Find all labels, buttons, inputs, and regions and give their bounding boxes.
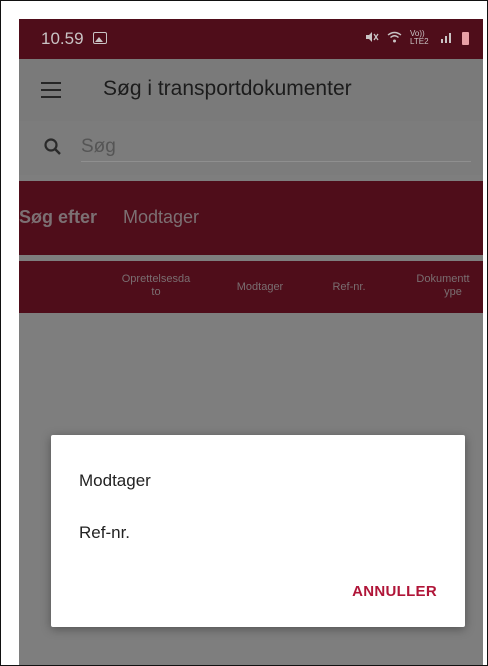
screenshot-frame: 10.59 Vo)) LTE2 Søg i transportdokumente… xyxy=(0,0,488,666)
column-header-oprettelsesdato[interactable]: Oprettelsesda to xyxy=(113,273,199,299)
mute-icon xyxy=(365,31,379,46)
search-icon xyxy=(44,138,61,155)
phone-screen: 10.59 Vo)) LTE2 Søg i transportdokumente… xyxy=(19,19,483,665)
gallery-notification-icon xyxy=(93,32,107,44)
page-title: Søg i transportdokumenter xyxy=(103,77,352,100)
app-bar: Søg i transportdokumenter xyxy=(19,59,483,121)
dialog-option-ref-nr[interactable]: Ref-nr. xyxy=(79,523,130,543)
signal-icon xyxy=(440,31,454,46)
search-field-dialog: Modtager Ref-nr. ANNULLER xyxy=(51,435,465,627)
cancel-button[interactable]: ANNULLER xyxy=(352,583,437,600)
column-header-dokumenttype[interactable]: Dokumentt ype xyxy=(403,273,483,299)
status-bar: 10.59 Vo)) LTE2 xyxy=(19,19,483,59)
filter-label: Søg efter xyxy=(19,207,98,227)
hamburger-menu-icon[interactable] xyxy=(41,82,61,98)
column-header-modtager[interactable]: Modtager xyxy=(225,281,295,294)
status-icons: Vo)) LTE2 xyxy=(365,30,469,46)
dialog-option-modtager[interactable]: Modtager xyxy=(79,471,151,491)
table-header: Oprettelsesda to Modtager Ref-nr. Dokume… xyxy=(19,261,483,313)
filter-value[interactable]: Modtager xyxy=(123,207,199,228)
battery-icon xyxy=(462,31,469,45)
status-time: 10.59 xyxy=(41,29,84,48)
search-input[interactable] xyxy=(81,133,471,162)
column-header-ref-nr[interactable]: Ref-nr. xyxy=(319,281,379,294)
search-bar xyxy=(19,121,483,175)
search-filter-bar[interactable]: Søg efter Modtager xyxy=(19,181,483,255)
wifi-icon xyxy=(387,31,402,46)
network-label: Vo)) LTE2 xyxy=(410,29,429,46)
